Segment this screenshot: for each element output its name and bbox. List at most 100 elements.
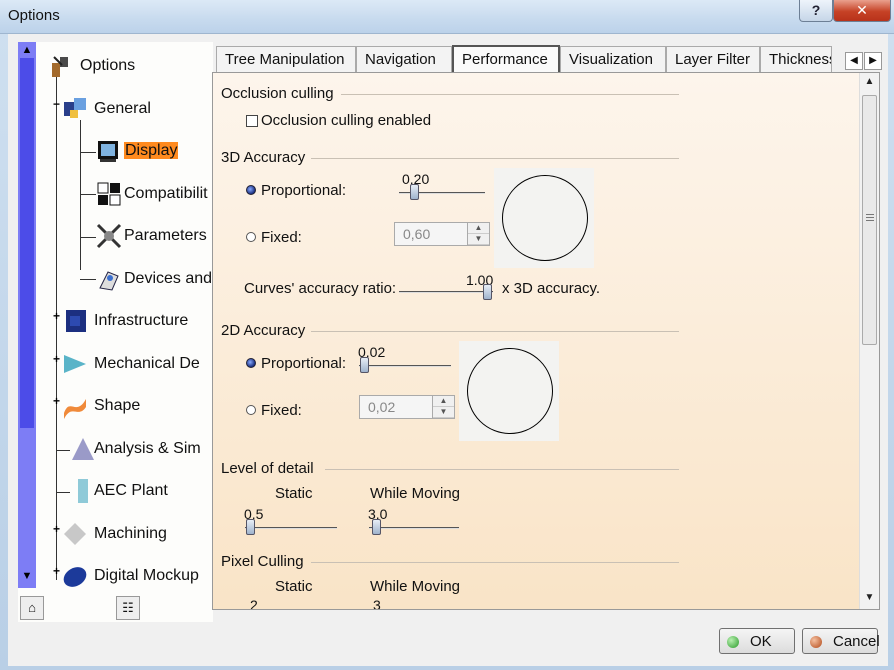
accuracy-2d-fixed-label: Fixed: (261, 402, 302, 419)
curves-accuracy-slider-thumb[interactable] (483, 284, 492, 300)
cancel-button[interactable]: Cancel (802, 628, 880, 654)
display-icon (98, 141, 118, 162)
general-icon (64, 98, 86, 118)
ok-button[interactable]: OK (719, 628, 795, 654)
close-button[interactable]: ✕ (833, 0, 891, 22)
options-icon (52, 56, 68, 77)
accuracy-2d-heading: 2D Accuracy (221, 322, 306, 339)
curves-accuracy-slider[interactable] (399, 291, 493, 293)
tab-thickness[interactable]: Thickness (760, 46, 832, 72)
scroll-down-icon[interactable]: ▼ (18, 568, 36, 584)
scroll-down-icon[interactable]: ▼ (860, 589, 879, 607)
tree-item-label: Digital Mockup (94, 567, 199, 584)
tree-item-label: General (94, 100, 151, 117)
tree-scroll-thumb[interactable] (20, 58, 34, 428)
lod-moving-label: While Moving (370, 485, 461, 502)
compatibility-icon (97, 182, 121, 206)
accuracy-3d-proportional-radio[interactable] (246, 185, 256, 195)
machining-icon (64, 523, 86, 545)
spin-down-icon[interactable]: ▼ (433, 407, 454, 418)
tree-options-button[interactable]: ☷ (116, 596, 140, 620)
expand-icon[interactable]: + (51, 565, 62, 577)
occlusion-culling-heading: Occlusion culling (221, 85, 334, 102)
tree-item-label: Shape (94, 397, 141, 414)
tree-item-label: Analysis & Sim (94, 440, 201, 457)
lod-moving-slider[interactable] (369, 527, 459, 529)
panel-scrollbar[interactable]: ▲ ▼ (859, 73, 879, 609)
pixel-culling-heading: Pixel Culling (221, 553, 304, 570)
curves-accuracy-label: Curves' accuracy ratio: (244, 280, 397, 297)
parameters-icon (96, 223, 122, 249)
cancel-icon (810, 636, 822, 648)
accuracy-3d-preview (494, 168, 594, 268)
tab-performance[interactable]: Performance (452, 45, 560, 73)
tab-bar: Tree Manipulation Navigation Performance… (216, 45, 888, 73)
expand-icon[interactable]: + (51, 310, 62, 322)
accuracy-2d-fixed-radio[interactable] (246, 405, 256, 415)
options-tree: ▲ ▼ Options − General Display Compatibil… (18, 42, 213, 622)
aec-plant-icon (78, 479, 88, 503)
mechanical-icon (64, 355, 86, 373)
accuracy-2d-proportional-slider-thumb[interactable] (360, 357, 369, 373)
occlusion-culling-checkbox[interactable] (246, 115, 258, 127)
tree-item-label: AEC Plant (94, 482, 168, 499)
tab-tree-manipulation[interactable]: Tree Manipulation (216, 46, 356, 72)
window-title: Options (8, 7, 60, 24)
spin-down-icon[interactable]: ▼ (468, 234, 489, 245)
scroll-up-icon[interactable]: ▲ (860, 73, 879, 91)
tab-scroll-right-icon[interactable]: ▶ (864, 52, 882, 70)
scroll-up-icon[interactable]: ▲ (18, 42, 36, 58)
tree-item-label: Infrastructure (94, 312, 189, 329)
accuracy-2d-preview (459, 341, 559, 441)
accuracy-3d-heading: 3D Accuracy (221, 149, 306, 166)
lod-static-slider[interactable] (245, 527, 337, 529)
expand-icon[interactable]: + (51, 353, 62, 365)
accuracy-3d-proportional-label: Proportional: (261, 182, 347, 199)
tree-item-label: Machining (94, 525, 167, 542)
accuracy-2d-fixed-spinner[interactable]: 0,02 ▲ ▼ (359, 395, 455, 419)
tab-navigation[interactable]: Navigation (356, 46, 452, 72)
ok-icon (727, 636, 739, 648)
accuracy-3d-fixed-radio[interactable] (246, 232, 256, 242)
tree-scrollbar[interactable]: ▲ ▼ (18, 42, 36, 588)
tab-layer-filter[interactable]: Layer Filter (666, 46, 760, 72)
tree-item-label: Display (124, 142, 179, 159)
lod-static-label: Static (275, 485, 313, 502)
tree-item-label: Devices and (124, 270, 213, 287)
title-bar: Options ? ✕ (0, 0, 894, 34)
tree-item-label: Parameters (124, 227, 207, 244)
expand-icon[interactable]: + (51, 523, 62, 535)
pixel-static-label: Static (275, 578, 313, 595)
accuracy-2d-proportional-radio[interactable] (246, 358, 256, 368)
accuracy-3d-fixed-spinner[interactable]: 0,60 ▲ ▼ (394, 222, 490, 246)
spin-up-icon[interactable]: ▲ (433, 396, 454, 407)
collapse-icon[interactable]: − (51, 98, 62, 110)
tree-item-label: Mechanical De (94, 355, 200, 372)
dialog-client: ▲ ▼ Options − General Display Compatibil… (8, 34, 888, 666)
accuracy-3d-proportional-slider-thumb[interactable] (410, 184, 419, 200)
digital-mockup-icon (63, 567, 87, 587)
help-button[interactable]: ? (799, 0, 833, 22)
expand-icon[interactable]: + (51, 395, 62, 407)
lod-static-slider-thumb[interactable] (246, 519, 255, 535)
accuracy-2d-proportional-label: Proportional: (261, 355, 347, 372)
tree-item-label: Options (80, 57, 136, 74)
tree-home-button[interactable]: ⌂ (20, 596, 44, 620)
curves-accuracy-suffix: x 3D accuracy. (502, 280, 601, 297)
spin-up-icon[interactable]: ▲ (468, 223, 489, 234)
analysis-icon (72, 438, 94, 460)
accuracy-2d-fixed-value: 0,02 (368, 399, 396, 415)
tab-scroll-left-icon[interactable]: ◀ (845, 52, 863, 70)
pixel-moving-label: While Moving (370, 578, 461, 595)
shape-icon (64, 399, 86, 419)
accuracy-3d-fixed-label: Fixed: (261, 229, 302, 246)
accuracy-2d-proportional-slider[interactable] (359, 365, 451, 367)
tree-item-label: Compatibilit (124, 185, 208, 202)
tab-visualization[interactable]: Visualization (560, 46, 666, 72)
level-of-detail-heading: Level of detail (221, 460, 314, 477)
accuracy-3d-fixed-value: 0,60 (403, 226, 431, 242)
lod-moving-slider-thumb[interactable] (372, 519, 381, 535)
performance-panel: ▲ ▼ Occlusion culling Occlusion culling … (212, 72, 880, 610)
panel-scroll-thumb[interactable] (862, 95, 877, 345)
infrastructure-icon (66, 310, 86, 332)
